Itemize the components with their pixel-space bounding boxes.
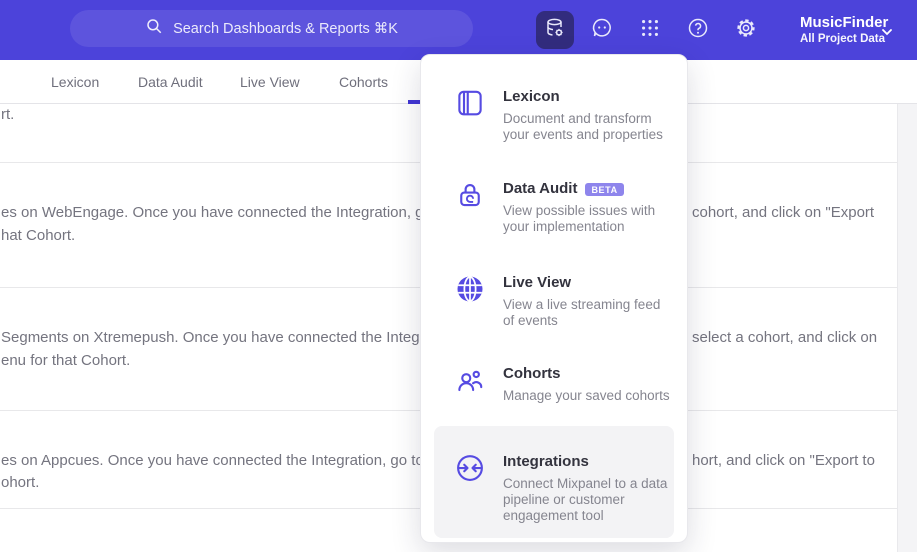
menu-item-description: View possible issues with your implement… [503,203,656,234]
tab-cohorts[interactable]: Cohorts [339,60,388,104]
chevron-down-icon[interactable] [879,24,895,40]
list-text-fragment: Segments on Xtremepush. Once you have co… [1,329,462,346]
list-text-fragment: hat Cohort. [1,227,76,244]
project-name: MusicFinder [800,14,889,31]
menu-item-title: Cohorts [503,365,561,382]
list-text-fragment: ohort. [1,474,40,491]
app-window: Search Dashboards & Reports ⌘K MusicFind… [0,0,917,552]
menu-item-title: Data Audit [503,180,578,197]
menu-item-cohorts[interactable]: Cohorts Manage your saved cohorts [434,365,674,404]
menu-item-description: Manage your saved cohorts [503,388,670,403]
help-icon [686,16,710,45]
menu-item-description: View a live streaming feed of events [503,297,661,328]
menu-item-description: Document and transform your events and p… [503,111,663,142]
menu-item-description: Connect Mixpanel to a data pipeline or c… [503,476,668,523]
list-text-fragment: rt. [1,106,15,123]
menu-item-data-audit[interactable]: Data Audit BETA View possible issues wit… [434,180,674,235]
integrations-icon [455,453,487,485]
list-text-fragment: es on WebEngage. Once you have connected… [1,204,474,221]
apps-grid-icon [639,17,661,44]
right-gutter [897,104,917,552]
data-audit-icon [455,180,487,212]
feedback-icon [590,16,614,45]
list-text-fragment: cohort, and click on "Export [692,204,875,221]
beta-badge: BETA [585,182,624,196]
data-management-icon [543,16,567,45]
tab-live-view[interactable]: Live View [240,60,300,104]
project-scope: All Project Data [800,33,885,45]
live-view-icon [455,274,487,306]
settings-button[interactable] [734,18,758,42]
tab-lexicon[interactable]: Lexicon [51,60,99,104]
list-text-fragment: es on Appcues. Once you have connected t… [1,452,466,469]
top-navigation-bar: Search Dashboards & Reports ⌘K MusicFind… [0,0,917,60]
menu-item-integrations[interactable]: Integrations Connect Mixpanel to a data … [434,426,674,538]
search-input[interactable]: Search Dashboards & Reports ⌘K [70,10,473,47]
tab-data-audit[interactable]: Data Audit [138,60,203,104]
help-button[interactable] [686,18,710,42]
data-management-menu: Lexicon Document and transform your even… [420,54,688,543]
project-switcher[interactable]: MusicFinder All Project Data [800,13,888,47]
menu-item-title: Lexicon [503,88,560,105]
data-management-button[interactable] [536,11,574,49]
search-placeholder: Search Dashboards & Reports ⌘K [173,20,398,37]
list-text-fragment: hort, and click on "Export to [692,452,875,469]
menu-item-live-view[interactable]: Live View View a live streaming feed of … [434,274,674,329]
menu-item-title: Integrations [503,453,589,470]
feedback-button[interactable] [590,18,614,42]
search-icon [145,17,163,40]
menu-item-lexicon[interactable]: Lexicon Document and transform your even… [434,88,674,143]
menu-item-title: Live View [503,274,572,291]
cohorts-icon [455,365,487,397]
list-text-fragment: enu for that Cohort. [1,352,131,369]
apps-grid-button[interactable] [638,18,662,42]
lexicon-icon [455,88,487,120]
list-text-fragment: select a cohort, and click on [692,329,878,346]
settings-icon [734,16,758,45]
